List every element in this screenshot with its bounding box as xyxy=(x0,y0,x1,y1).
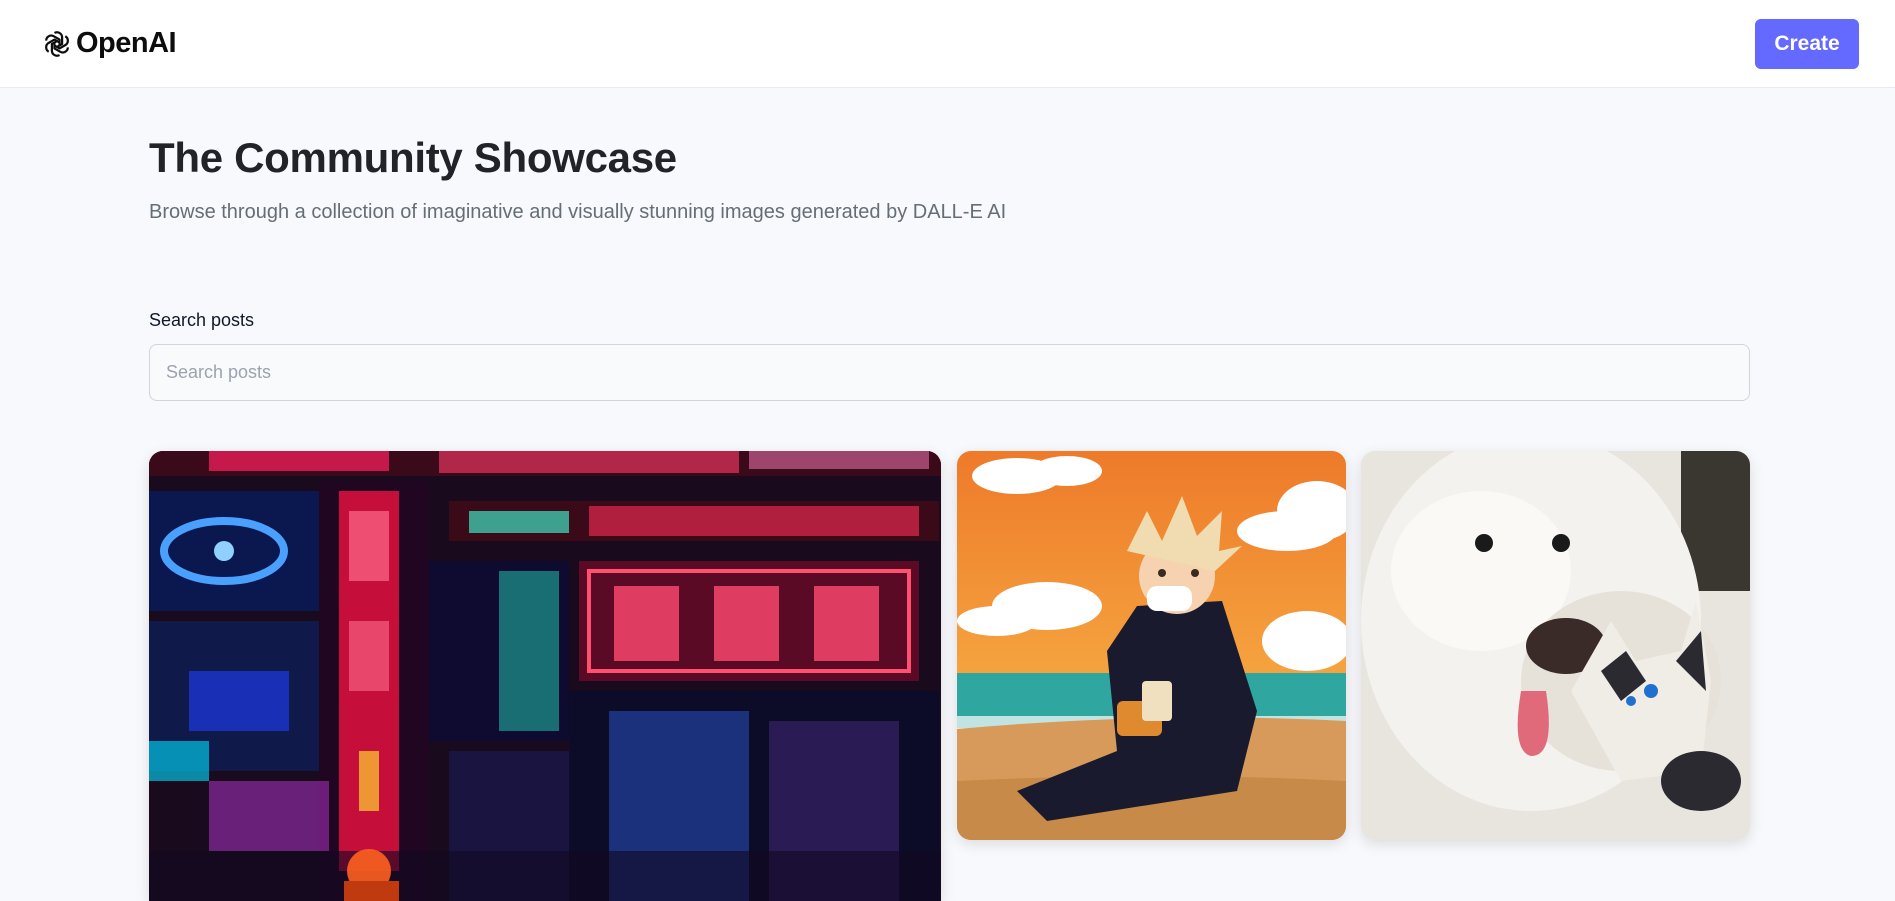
page-subtitle: Browse through a collection of imaginati… xyxy=(149,201,1007,223)
neon-city-image xyxy=(149,451,941,901)
anime-beach-image xyxy=(957,451,1346,840)
home-logo-link[interactable]: OpenAI xyxy=(40,27,177,61)
post-card-neon-city[interactable] xyxy=(149,451,941,901)
search-label: Search posts xyxy=(149,310,255,330)
brand-name: OpenAI xyxy=(76,27,177,59)
page-title: The Community Showcase xyxy=(149,134,677,181)
post-card-anime-beach[interactable] xyxy=(957,451,1346,840)
create-button[interactable]: Create xyxy=(1755,18,1859,69)
search-input[interactable] xyxy=(149,344,1750,401)
dog-cat-image xyxy=(1361,451,1750,840)
openai-logo-icon xyxy=(45,30,69,57)
post-card-dog-cat[interactable] xyxy=(1361,451,1750,840)
top-nav: OpenAI Create xyxy=(0,0,1895,88)
